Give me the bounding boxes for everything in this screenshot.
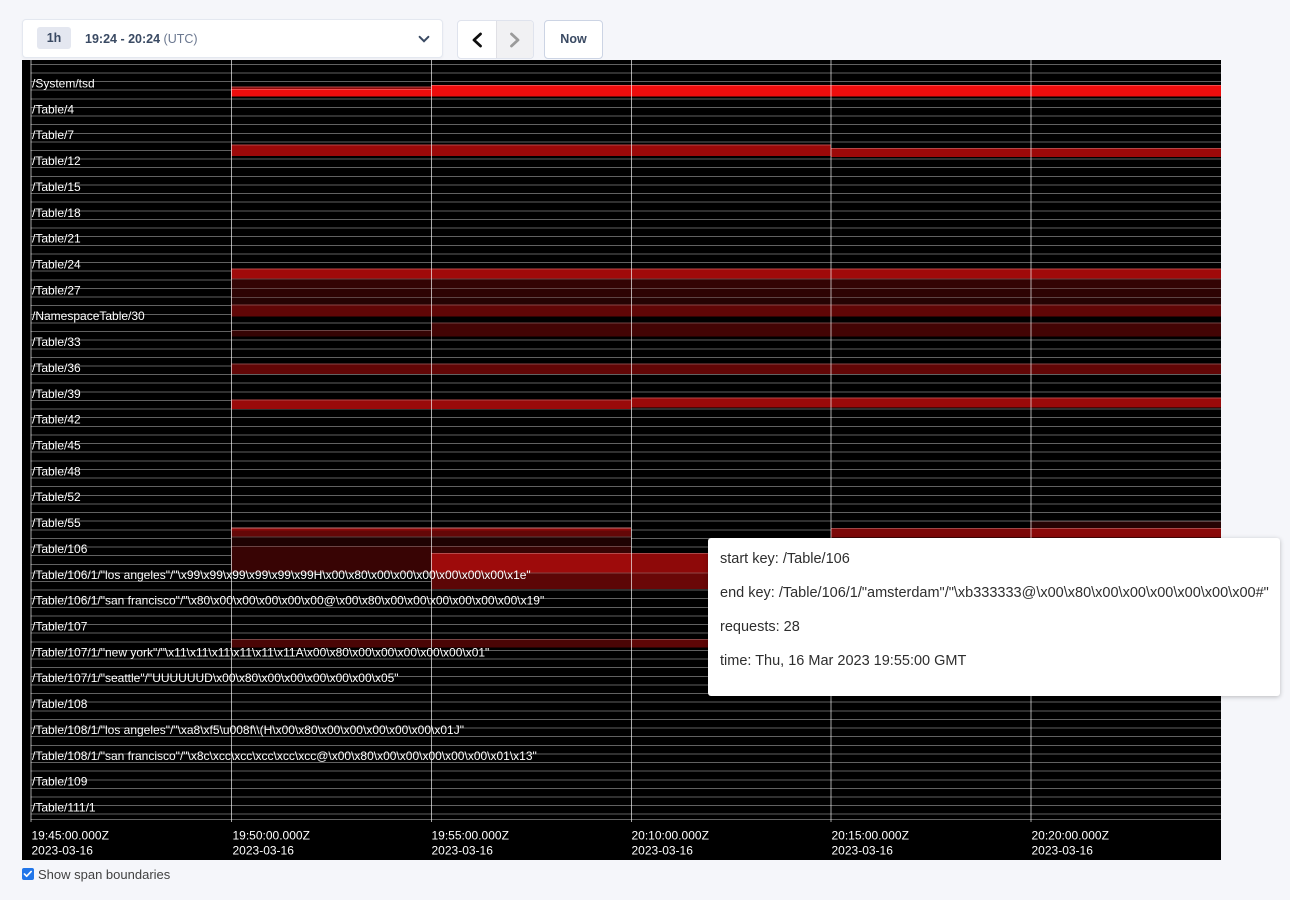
svg-text:20:10:00.000Z: 20:10:00.000Z <box>632 829 709 843</box>
svg-text:2023-03-16: 2023-03-16 <box>432 844 494 858</box>
svg-text:/Table/7: /Table/7 <box>32 128 74 142</box>
svg-text:2023-03-16: 2023-03-16 <box>1032 844 1094 858</box>
svg-text:/Table/108/1/"san francisco"/": /Table/108/1/"san francisco"/"\x8c\xcc\x… <box>32 749 537 763</box>
svg-text:/Table/12: /Table/12 <box>32 154 81 168</box>
svg-text:19:45:00.000Z: 19:45:00.000Z <box>32 829 109 843</box>
svg-text:/Table/4: /Table/4 <box>32 102 74 116</box>
svg-text:/Table/108: /Table/108 <box>32 697 88 711</box>
svg-text:/Table/107/1/"seattle"/"UUUUUU: /Table/107/1/"seattle"/"UUUUUUD\x00\x80\… <box>32 671 399 685</box>
svg-text:19:55:00.000Z: 19:55:00.000Z <box>432 829 509 843</box>
svg-text:20:15:00.000Z: 20:15:00.000Z <box>832 829 909 843</box>
svg-text:/Table/42: /Table/42 <box>32 413 81 427</box>
svg-text:/Table/106: /Table/106 <box>32 542 88 556</box>
svg-text:/Table/106/1/"san francisco"/": /Table/106/1/"san francisco"/"\x80\x00\x… <box>32 594 544 608</box>
svg-text:/Table/108/1/"los angeles"/"\x: /Table/108/1/"los angeles"/"\xa8\xf5\u00… <box>32 723 464 737</box>
svg-text:/Table/45: /Table/45 <box>32 439 81 453</box>
svg-text:/Table/21: /Table/21 <box>32 232 81 246</box>
svg-text:/Table/106/1/"los angeles"/"\x: /Table/106/1/"los angeles"/"\x99\x99\x99… <box>32 568 531 582</box>
svg-text:/Table/15: /Table/15 <box>32 180 81 194</box>
svg-text:/Table/18: /Table/18 <box>32 206 81 220</box>
svg-text:2023-03-16: 2023-03-16 <box>32 844 94 858</box>
svg-text:/Table/27: /Table/27 <box>32 283 81 297</box>
svg-text:2023-03-16: 2023-03-16 <box>233 844 295 858</box>
svg-text:/NamespaceTable/30: /NamespaceTable/30 <box>32 309 145 323</box>
svg-text:/Table/107: /Table/107 <box>32 620 88 634</box>
svg-text:/Table/36: /Table/36 <box>32 361 81 375</box>
svg-text:/System/tsd: /System/tsd <box>32 77 95 91</box>
svg-text:/Table/52: /Table/52 <box>32 490 81 504</box>
svg-text:/Table/39: /Table/39 <box>32 387 81 401</box>
svg-text:/Table/55: /Table/55 <box>32 516 81 530</box>
svg-text:20:20:00.000Z: 20:20:00.000Z <box>1032 829 1109 843</box>
svg-text:19:50:00.000Z: 19:50:00.000Z <box>233 829 310 843</box>
svg-text:/Table/109: /Table/109 <box>32 775 88 789</box>
svg-text:/Table/24: /Table/24 <box>32 258 81 272</box>
svg-text:2023-03-16: 2023-03-16 <box>632 844 694 858</box>
svg-text:/Table/107/1/"new york"/"\x11\: /Table/107/1/"new york"/"\x11\x11\x11\x1… <box>32 645 489 659</box>
svg-text:2023-03-16: 2023-03-16 <box>832 844 894 858</box>
svg-text:/Table/33: /Table/33 <box>32 335 81 349</box>
svg-text:/Table/111/1: /Table/111/1 <box>32 801 96 815</box>
svg-text:/Table/48: /Table/48 <box>32 464 81 478</box>
